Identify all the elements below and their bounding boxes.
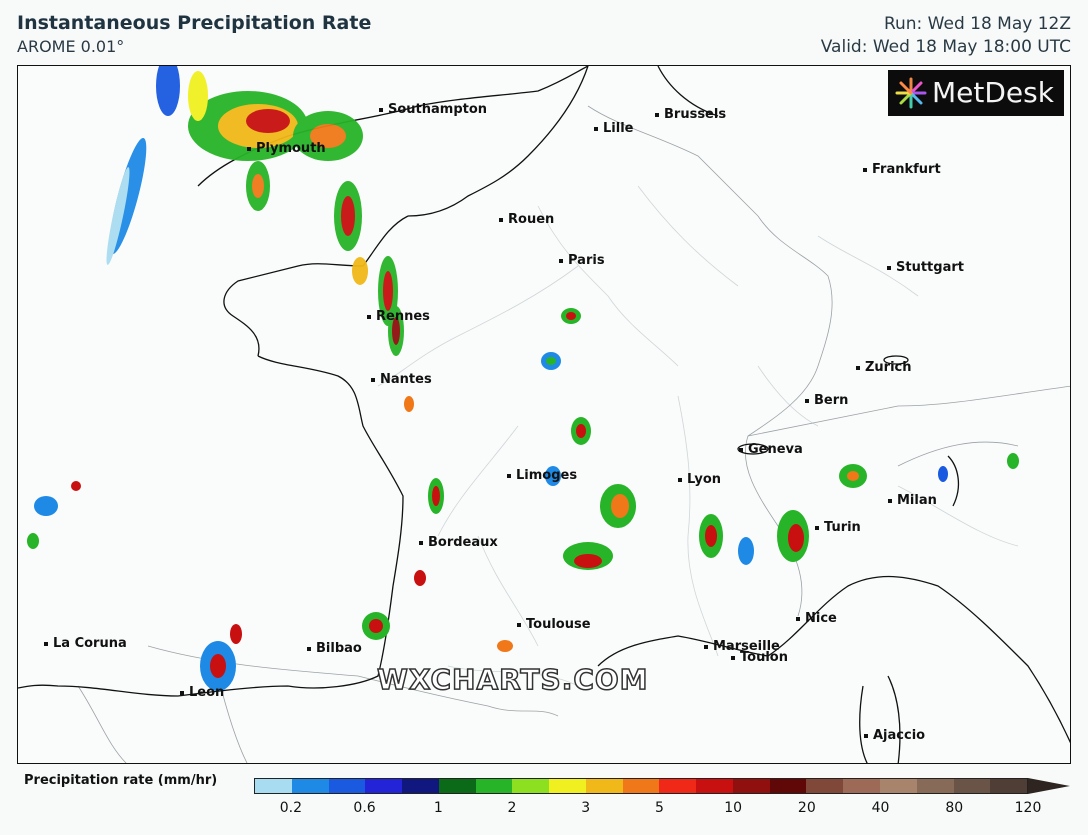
- legend-tick-label: 10: [724, 800, 743, 816]
- metdesk-logo: MetDesk: [888, 70, 1064, 116]
- legend-swatch: [622, 779, 660, 793]
- precipitation-map[interactable]: MetDesk Southampton Brussels Lille Plymo…: [17, 65, 1071, 764]
- city-lyon: Lyon: [678, 473, 721, 487]
- metdesk-burst-icon: [895, 77, 927, 109]
- legend-swatch: [402, 779, 439, 793]
- city-paris: Paris: [559, 254, 605, 268]
- legend-tick-label: 2: [507, 800, 517, 816]
- legend-swatch: [806, 779, 844, 793]
- city-limoges: Limoges: [507, 469, 577, 483]
- legend-swatch: [438, 779, 476, 793]
- legend-tick-label: 80: [945, 800, 964, 816]
- legend-swatch: [475, 779, 513, 793]
- legend-swatch: [291, 779, 329, 793]
- city-milan: Milan: [888, 494, 937, 508]
- legend-swatch: [585, 779, 623, 793]
- city-leon: Leon: [180, 686, 224, 700]
- city-toulouse: Toulouse: [517, 618, 591, 632]
- valid-time: Valid: Wed 18 May 18:00 UTC: [820, 37, 1071, 57]
- legend-colorbar: [254, 778, 1028, 794]
- legend-arrow: [1028, 778, 1070, 794]
- legend-swatch: [659, 779, 697, 793]
- city-nice: Nice: [796, 612, 837, 626]
- city-bern: Bern: [805, 394, 848, 408]
- legend-tick-label: 120: [1014, 800, 1042, 816]
- legend-swatch: [255, 779, 292, 793]
- city-stuttgart: Stuttgart: [887, 261, 964, 275]
- legend-swatch: [880, 779, 917, 793]
- city-zurich: Zurich: [856, 361, 912, 375]
- legend-swatch: [769, 779, 807, 793]
- legend-swatch: [328, 779, 366, 793]
- legend-swatch: [953, 779, 991, 793]
- legend-tick-label: 1: [433, 800, 443, 816]
- legend-tick-label: 5: [654, 800, 664, 816]
- city-plymouth: Plymouth: [247, 142, 326, 156]
- precipitation-cells: [27, 66, 1019, 691]
- city-rouen: Rouen: [499, 213, 554, 227]
- city-geneva: Geneva: [739, 443, 803, 457]
- city-rennes: Rennes: [367, 310, 430, 324]
- city-turin: Turin: [815, 521, 861, 535]
- city-toulon: Toulon: [731, 651, 788, 665]
- run-time: Run: Wed 18 May 12Z: [883, 14, 1071, 34]
- city-brussels: Brussels: [655, 108, 726, 122]
- legend-swatch: [512, 779, 550, 793]
- legend-swatch: [843, 779, 881, 793]
- legend-swatch: [549, 779, 586, 793]
- city-bilbao: Bilbao: [307, 642, 362, 656]
- metdesk-logo-text: MetDesk: [932, 76, 1054, 109]
- city-lille: Lille: [594, 122, 633, 136]
- legend-tick-label: 3: [581, 800, 591, 816]
- legend-tick-label: 0.2: [279, 800, 302, 816]
- legend-tick-label: 20: [797, 800, 816, 816]
- city-ajaccio: Ajaccio: [864, 729, 925, 743]
- legend-swatch: [990, 779, 1028, 793]
- city-la-coruna: La Coruna: [44, 637, 127, 651]
- city-frankfurt: Frankfurt: [863, 163, 941, 177]
- city-southampton: Southampton: [379, 103, 487, 117]
- legend-tick-label: 40: [871, 800, 890, 816]
- legend-swatch: [732, 779, 770, 793]
- legend-tick-label: 0.6: [353, 800, 376, 816]
- wxcharts-watermark: WXCHARTS.COM: [376, 662, 649, 697]
- city-bordeaux: Bordeaux: [419, 536, 498, 550]
- legend-swatch: [365, 779, 403, 793]
- legend-swatch: [696, 779, 733, 793]
- model-label: AROME 0.01°: [17, 37, 125, 56]
- city-nantes: Nantes: [371, 373, 432, 387]
- legend-title: Precipitation rate (mm/hr): [24, 773, 218, 788]
- chart-title: Instantaneous Precipitation Rate: [17, 12, 372, 34]
- legend-swatch: [916, 779, 954, 793]
